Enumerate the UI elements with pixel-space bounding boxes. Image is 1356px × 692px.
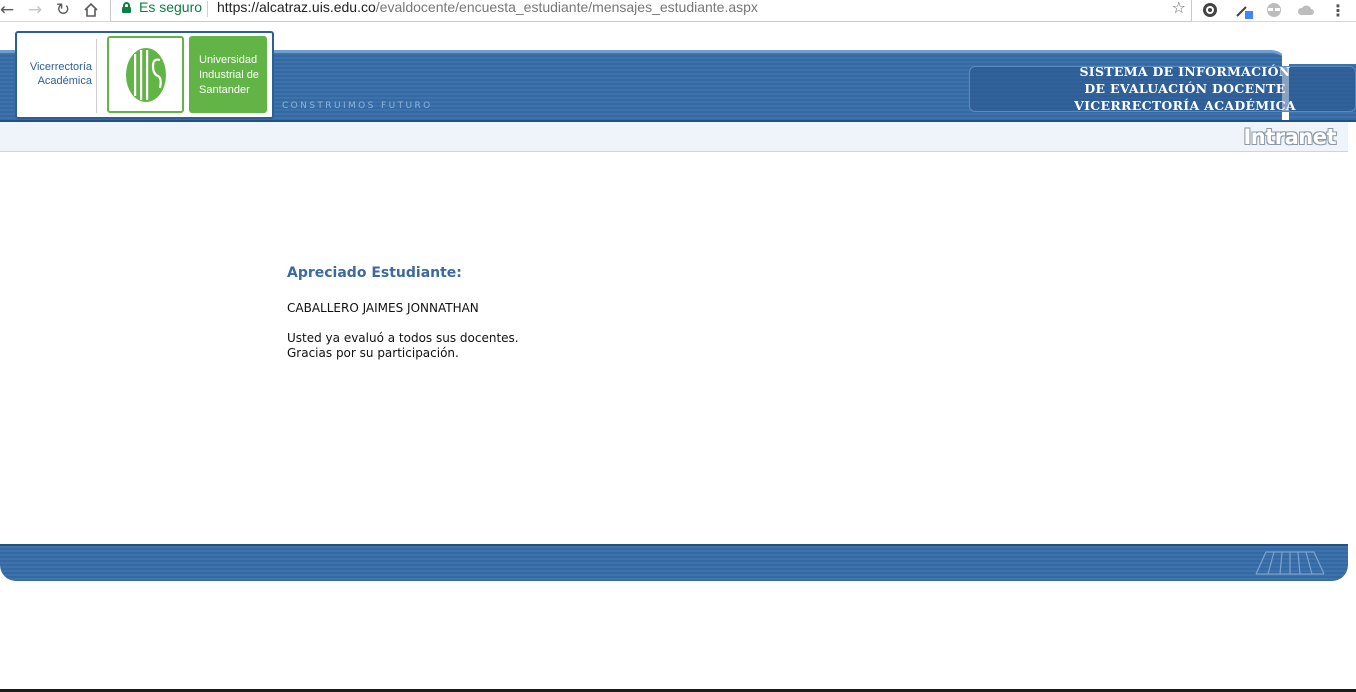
back-arrow-icon[interactable]: ← (0, 0, 18, 20)
cloud-extension-icon[interactable] (1296, 0, 1316, 20)
system-title-line1: SISTEMA DE INFORMACIÓN (1079, 64, 1291, 79)
vicerrectoria-line2: Académica (37, 75, 92, 87)
header-subbar (0, 122, 1348, 152)
uis-name-line2: Industrial de (199, 69, 259, 81)
system-title: SISTEMA DE INFORMACIÓN DE EVALUACIÓN DOC… (1040, 63, 1330, 114)
secure-label: Es seguro (139, 0, 203, 15)
building-emblem-icon (1255, 551, 1325, 575)
message-line1: Usted ya evaluó a todos sus docentes. (287, 331, 519, 345)
reload-icon[interactable]: ↻ (52, 0, 74, 20)
site-header: SISTEMA DE INFORMACIÓN DE EVALUACIÓN DOC… (0, 28, 1356, 153)
uis-name-line1: Universidad (199, 54, 258, 66)
tagline: CONSTRUIMOS FUTURO (282, 101, 433, 111)
lock-icon (122, 2, 131, 13)
uis-logo[interactable]: Vicerrectoría Académica Universidad Indu… (15, 31, 274, 119)
menu-dots-icon[interactable]: ⋮ (1328, 0, 1348, 20)
uis-emblem-icon (107, 36, 184, 113)
url-path: /evaldocente/encuesta_estudiante/mensaje… (375, 0, 758, 15)
uis-name-line3: Santander (199, 84, 250, 96)
bookmark-star-icon[interactable]: ☆ (1172, 0, 1186, 17)
address-separator (207, 1, 208, 17)
vicerrectoria-label: Vicerrectoría Académica (22, 60, 92, 88)
site-footer (0, 544, 1348, 581)
forward-arrow-icon[interactable]: → (24, 0, 46, 20)
completion-message: Usted ya evaluó a todos sus docentes. Gr… (287, 331, 519, 361)
student-name: CABALLERO JAIMES JONNATHAN (287, 301, 479, 315)
eyedropper-extension-icon[interactable] (1234, 0, 1254, 20)
vicerrectoria-line1: Vicerrectoría (29, 61, 92, 73)
extension-icon[interactable] (1200, 0, 1220, 20)
intranet-label: Intranet (1243, 125, 1336, 149)
greeting-heading: Apreciado Estudiante: (287, 265, 462, 281)
browser-toolbar: ← → ↻ Es seguro https://alcatraz.uis.edu… (0, 0, 1356, 22)
home-icon[interactable] (80, 0, 102, 20)
system-title-line3: VICERRECTORÍA ACADÉMICA (1074, 98, 1296, 113)
url-text[interactable]: https://alcatraz.uis.edu.co/evaldocente/… (217, 0, 758, 15)
message-panel: Apreciado Estudiante: CABALLERO JAIMES J… (287, 265, 519, 360)
url-host: https://alcatraz.uis.edu.co (217, 0, 376, 15)
system-title-line2: DE EVALUACIÓN DOCENTE (1084, 81, 1286, 96)
uis-name-block: Universidad Industrial de Santander (189, 36, 267, 113)
glasses-extension-icon[interactable] (1264, 0, 1284, 20)
message-line2: Gracias por su participación. (287, 346, 459, 360)
logo-divider (96, 39, 97, 113)
address-bar[interactable]: Es seguro https://alcatraz.uis.edu.co/ev… (110, 0, 1192, 22)
